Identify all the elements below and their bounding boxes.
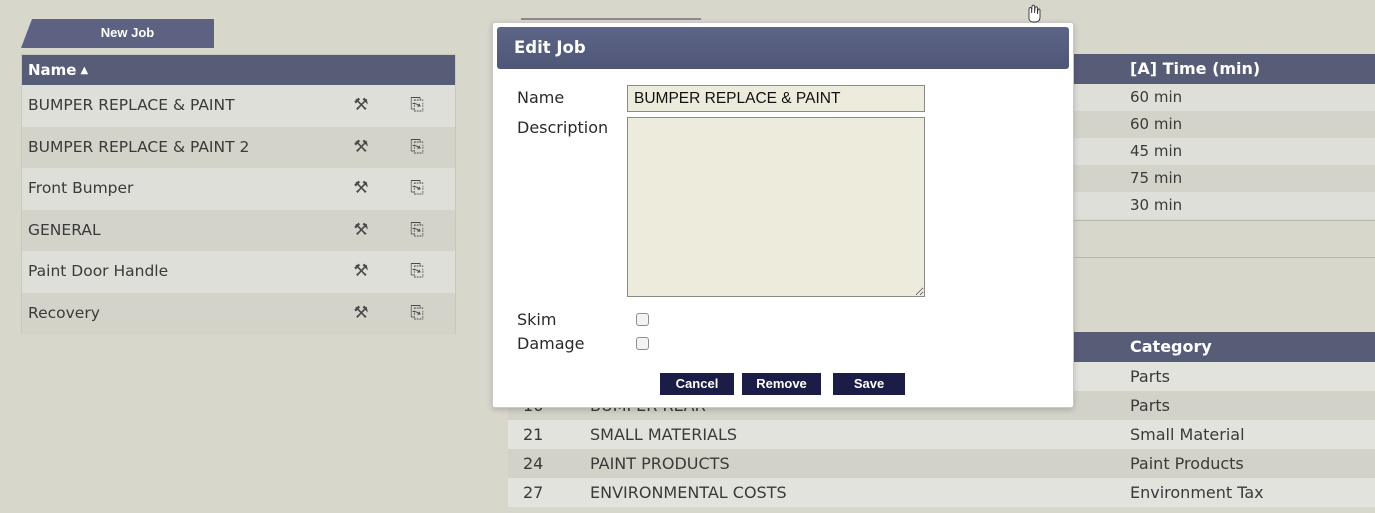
description-label: Description bbox=[517, 118, 609, 137]
job-row[interactable]: BUMPER REPLACE & PAINT ⚒ ⎘ bbox=[22, 85, 455, 127]
cancel-button[interactable]: Cancel bbox=[660, 373, 734, 395]
job-name-link[interactable]: BUMPER REPLACE & PAINT bbox=[28, 85, 235, 127]
name-header-label: Name bbox=[28, 61, 77, 79]
edit-job-dialog: Edit Job Name Description Skim Damage Ca… bbox=[492, 22, 1074, 408]
item-description: ENVIRONMENTAL COSTS bbox=[590, 483, 787, 502]
item-description: SMALL MATERIALS bbox=[590, 425, 738, 444]
tools-icon[interactable]: ⚒ bbox=[350, 85, 372, 127]
tools-icon[interactable]: ⚒ bbox=[350, 210, 372, 252]
table-row: 27 ENVIRONMENTAL COSTS Environment Tax bbox=[508, 478, 1375, 507]
time-value: 60 min bbox=[1130, 115, 1183, 133]
tab-underline bbox=[521, 18, 701, 20]
description-textarea[interactable] bbox=[627, 117, 925, 297]
dialog-title: Edit Job bbox=[514, 38, 586, 57]
item-description: PAINT PRODUCTS bbox=[590, 454, 730, 473]
time-column-header: [A] Time (min) bbox=[1130, 59, 1261, 78]
job-row[interactable]: GENERAL ⚒ ⎘ bbox=[22, 209, 455, 252]
copy-icon[interactable]: ⎘ bbox=[406, 168, 428, 210]
item-category: Small Material bbox=[1130, 425, 1245, 444]
item-category: Parts bbox=[1130, 396, 1170, 415]
job-list-panel: Name ▲ BUMPER REPLACE & PAINT ⚒ ⎘ BUMPER … bbox=[21, 54, 456, 334]
item-code: 27 bbox=[523, 483, 544, 502]
item-category: Parts bbox=[1130, 367, 1170, 386]
copy-icon[interactable]: ⎘ bbox=[406, 293, 428, 335]
new-job-button[interactable]: New Job bbox=[21, 19, 214, 48]
item-category: Environment Tax bbox=[1130, 483, 1264, 502]
copy-icon[interactable]: ⎘ bbox=[406, 85, 428, 127]
copy-icon[interactable]: ⎘ bbox=[406, 127, 428, 169]
job-name-link[interactable]: Paint Door Handle bbox=[28, 251, 168, 293]
table-row: 21 SMALL MATERIALS Small Material bbox=[508, 420, 1375, 449]
time-value: 30 min bbox=[1130, 196, 1183, 214]
skim-label: Skim bbox=[517, 310, 557, 329]
skim-checkbox[interactable] bbox=[636, 313, 649, 326]
damage-label: Damage bbox=[517, 334, 585, 353]
dialog-titlebar[interactable]: Edit Job bbox=[497, 27, 1069, 69]
category-column-header: Category bbox=[1130, 337, 1212, 356]
tools-icon[interactable]: ⚒ bbox=[350, 168, 372, 210]
job-row[interactable]: BUMPER REPLACE & PAINT 2 ⚒ ⎘ bbox=[22, 126, 455, 169]
tools-icon[interactable]: ⚒ bbox=[350, 293, 372, 335]
mouse-cursor-icon bbox=[1028, 4, 1041, 23]
save-button[interactable]: Save bbox=[833, 373, 905, 395]
name-label: Name bbox=[517, 88, 565, 107]
table-row: 24 PAINT PRODUCTS Paint Products bbox=[508, 449, 1375, 478]
copy-icon[interactable]: ⎘ bbox=[406, 210, 428, 252]
damage-checkbox[interactable] bbox=[636, 337, 649, 350]
job-name-link[interactable]: Recovery bbox=[28, 293, 100, 335]
job-row[interactable]: Paint Door Handle ⚒ ⎘ bbox=[22, 251, 455, 293]
job-name-link[interactable]: BUMPER REPLACE & PAINT 2 bbox=[28, 127, 249, 169]
time-value: 75 min bbox=[1130, 169, 1183, 187]
name-input[interactable] bbox=[627, 85, 925, 112]
tools-icon[interactable]: ⚒ bbox=[350, 251, 372, 293]
item-code: 24 bbox=[523, 454, 544, 473]
item-category: Paint Products bbox=[1130, 454, 1244, 473]
job-name-link[interactable]: GENERAL bbox=[28, 210, 101, 252]
copy-icon[interactable]: ⎘ bbox=[406, 251, 428, 293]
job-row[interactable]: Front Bumper ⚒ ⎘ bbox=[22, 168, 455, 210]
tools-icon[interactable]: ⚒ bbox=[350, 127, 372, 169]
name-column-header[interactable]: Name ▲ bbox=[22, 55, 455, 85]
job-row[interactable]: Recovery ⚒ ⎘ bbox=[22, 292, 455, 335]
sort-ascending-icon: ▲ bbox=[80, 65, 89, 76]
time-value: 45 min bbox=[1130, 142, 1183, 160]
remove-button[interactable]: Remove bbox=[742, 373, 821, 395]
job-name-link[interactable]: Front Bumper bbox=[28, 168, 133, 210]
item-code: 21 bbox=[523, 425, 544, 444]
time-value: 60 min bbox=[1130, 88, 1183, 106]
